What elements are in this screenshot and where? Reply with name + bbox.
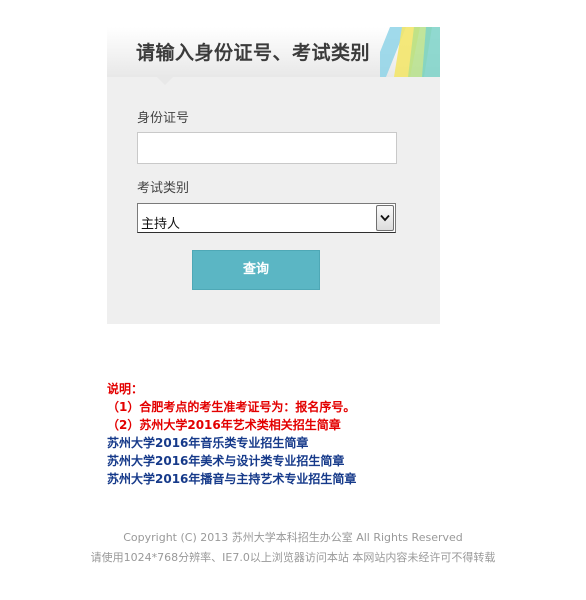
link-music-brochure[interactable]: 苏州大学2016年音乐类专业招生简章 — [107, 434, 356, 452]
panel-header: 请输入身份证号、考试类别 — [107, 27, 440, 77]
panel-title: 请输入身份证号、考试类别 — [136, 42, 371, 64]
id-number-label: 身份证号 — [137, 111, 190, 126]
query-button[interactable]: 查询 — [192, 250, 320, 290]
notes-heading: 说明： — [107, 382, 144, 396]
link-broadcasting-brochure[interactable]: 苏州大学2016年播音与主持艺术专业招生简章 — [107, 470, 356, 488]
header-decoration — [380, 27, 440, 77]
query-panel: 请输入身份证号、考试类别 身份证号 考试类别 主持人 查询 — [107, 27, 440, 324]
note-line-1: （1）合肥考点的考生准考证号为：报名序号。 — [107, 400, 356, 414]
header-pointer — [157, 77, 173, 85]
exam-type-label: 考试类别 — [137, 181, 190, 196]
note-line-2: （2）苏州大学2016年艺术类相关招生简章 — [107, 418, 341, 432]
link-art-design-brochure[interactable]: 苏州大学2016年美术与设计类专业招生简章 — [107, 452, 356, 470]
exam-type-selected-value: 主持人 — [141, 217, 181, 232]
footer-copyright: Copyright (C) 2013 苏州大学本科招生办公室 All Right… — [123, 531, 463, 544]
footer: Copyright (C) 2013 苏州大学本科招生办公室 All Right… — [0, 528, 586, 568]
notes-section: 说明： （1）合肥考点的考生准考证号为：报名序号。 （2）苏州大学2016年艺术… — [107, 380, 356, 488]
footer-notice: 请使用1024*768分辨率、IE7.0以上浏览器访问本站 本网站内容未经许可不… — [90, 551, 496, 564]
chevron-down-icon — [380, 214, 390, 222]
exam-type-select[interactable]: 主持人 — [137, 203, 396, 233]
select-dropdown-button[interactable] — [376, 205, 394, 231]
id-number-input[interactable] — [137, 132, 397, 164]
